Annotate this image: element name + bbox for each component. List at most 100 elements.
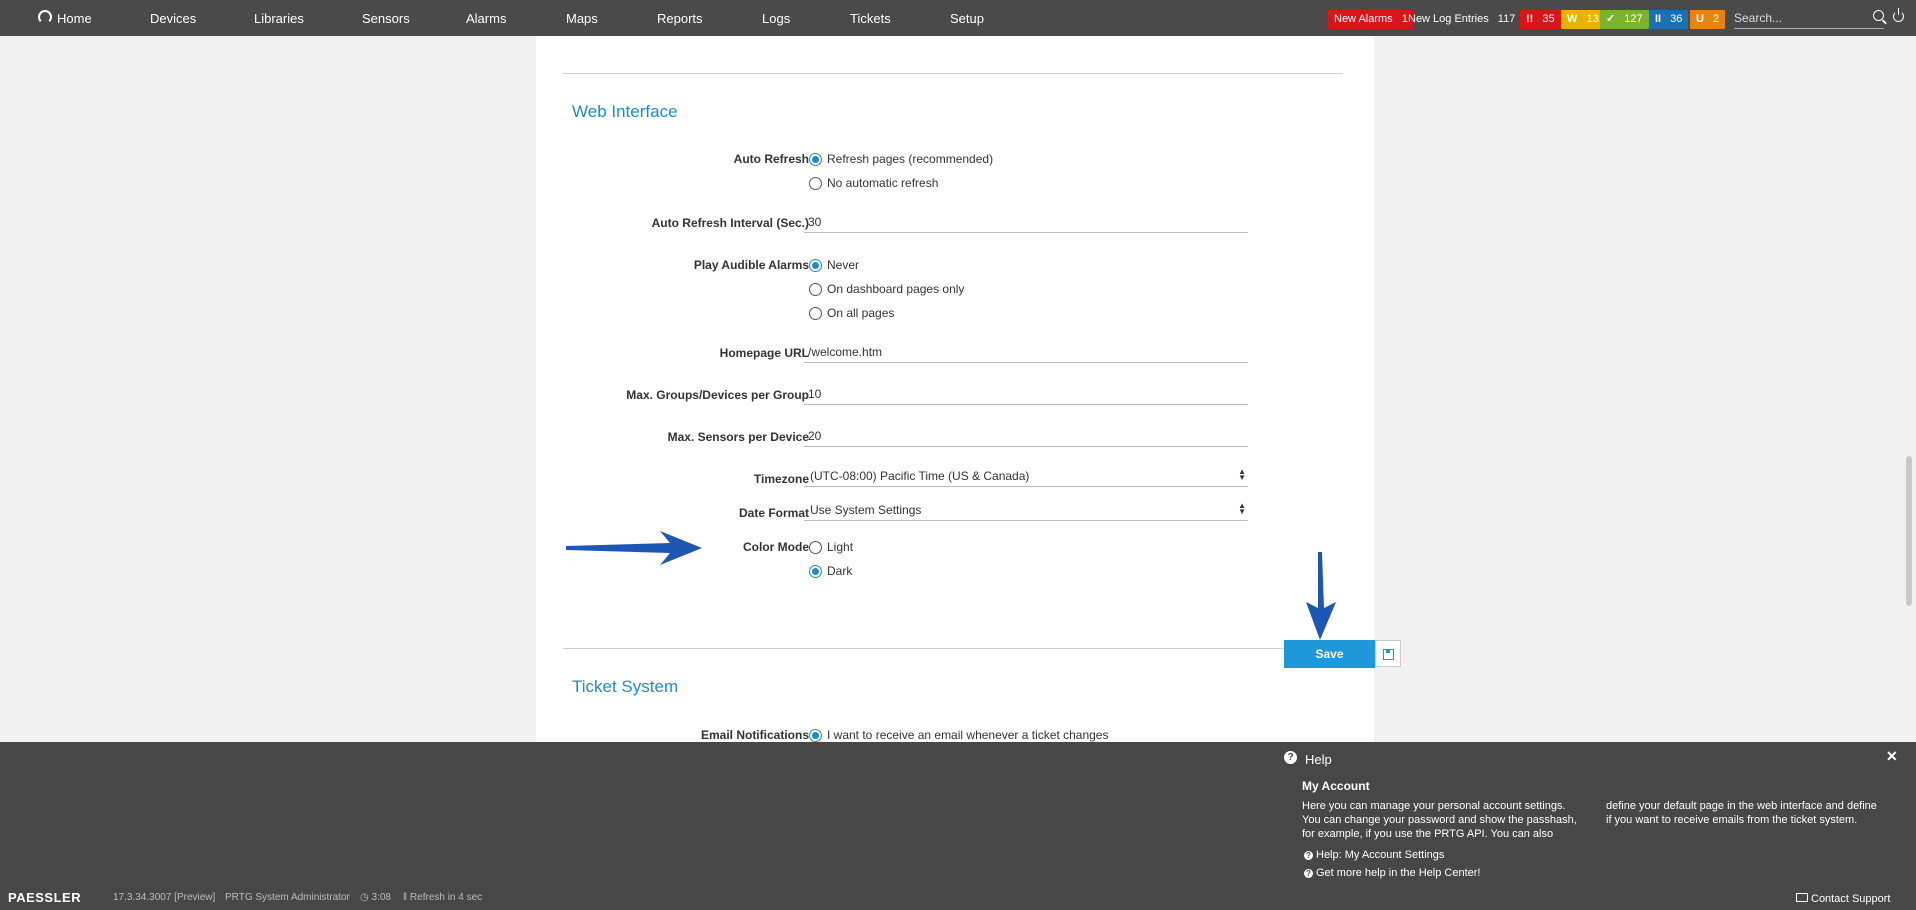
- contact-support-link[interactable]: Contact Support: [1796, 893, 1891, 905]
- warning-icon: W: [1567, 13, 1578, 25]
- search-icon[interactable]: [1873, 10, 1884, 21]
- page-scrollbar[interactable]: [1906, 456, 1912, 606]
- warning-sensors-badge[interactable]: W 13: [1561, 10, 1605, 29]
- option-label: On all pages: [827, 306, 895, 320]
- auto-refresh-option-none[interactable]: No automatic refresh: [809, 176, 938, 190]
- help-subtitle: My Account: [1302, 779, 1370, 793]
- option-label: Dark: [827, 564, 853, 578]
- option-label: Light: [827, 540, 854, 554]
- max-groups-input[interactable]: 10: [804, 385, 1248, 405]
- nav-maps[interactable]: Maps: [566, 0, 598, 36]
- max-sensors-label: Max. Sensors per Device: [667, 430, 809, 444]
- nav-alarms[interactable]: Alarms: [466, 0, 506, 36]
- help-link-help-center[interactable]: ? Get more help in the Help Center!: [1304, 867, 1480, 879]
- annotation-arrow-down-icon: [1306, 552, 1336, 640]
- paused-sensors-badge[interactable]: II 36: [1649, 10, 1689, 29]
- radio-icon: [809, 307, 822, 320]
- date-format-select[interactable]: Use System Settings ▲ ▼: [804, 501, 1248, 521]
- new-alarms-count: 1: [1401, 13, 1408, 25]
- power-icon[interactable]: [1893, 8, 1904, 22]
- new-alarms-badge[interactable]: New Alarms 1: [1328, 10, 1414, 29]
- radio-selected-icon: [809, 153, 822, 166]
- auto-refresh-option-refresh[interactable]: Refresh pages (recommended): [809, 152, 993, 166]
- audible-alarms-option-dashboard[interactable]: On dashboard pages only: [809, 282, 964, 296]
- timezone-label: Timezone: [753, 472, 809, 486]
- nav-home[interactable]: Home: [38, 0, 92, 36]
- settings-panel: Web Interface Auto Refresh Refresh pages…: [536, 36, 1374, 742]
- auto-refresh-label: Auto Refresh: [733, 152, 809, 166]
- close-icon[interactable]: ✕: [1886, 748, 1898, 765]
- help-link-label: Get more help in the Help Center!: [1316, 867, 1481, 879]
- save-button[interactable]: Save: [1284, 640, 1375, 668]
- down-count: 35: [1542, 13, 1555, 25]
- time-text: 3:08: [371, 892, 391, 903]
- section-divider: [563, 648, 1343, 649]
- max-sensors-input[interactable]: 20: [804, 427, 1248, 447]
- paessler-logo: PAESSLER: [8, 890, 82, 905]
- audible-alarms-option-never[interactable]: Never: [809, 258, 859, 272]
- email-notifications-option[interactable]: I want to receive an email whenever a ti…: [809, 728, 1108, 742]
- up-sensors-badge[interactable]: ✓ 127: [1600, 10, 1649, 29]
- timezone-value: (UTC-08:00) Pacific Time (US & Canada): [810, 469, 1030, 483]
- color-mode-option-light[interactable]: Light: [809, 540, 853, 554]
- option-label: I want to receive an email whenever a ti…: [827, 728, 1109, 742]
- home-icon: [38, 10, 52, 24]
- mail-icon: [1796, 893, 1808, 902]
- up-count: 127: [1624, 13, 1643, 25]
- homepage-url-label: Homepage URL: [719, 346, 809, 360]
- unusual-count: 2: [1713, 13, 1720, 25]
- radio-icon: [809, 177, 822, 190]
- color-mode-option-dark[interactable]: Dark: [809, 564, 852, 578]
- help-link-account-settings[interactable]: ? Help: My Account Settings: [1304, 849, 1444, 861]
- pause-icon: II: [1655, 13, 1662, 25]
- check-icon: ✓: [1606, 13, 1616, 25]
- web-interface-title: Web Interface: [572, 102, 678, 121]
- unusual-icon: U: [1696, 13, 1704, 25]
- search-input[interactable]: [1734, 8, 1864, 28]
- radio-icon: [809, 541, 822, 554]
- ticket-system-title: Ticket System: [572, 677, 679, 696]
- help-text-line: for example, if you use the PRTG API. Yo…: [1302, 828, 1554, 840]
- auto-refresh-interval-label: Auto Refresh Interval (Sec.): [651, 216, 809, 230]
- unusual-sensors-badge[interactable]: U 2: [1690, 10, 1726, 29]
- nav-devices[interactable]: Devices: [150, 0, 196, 36]
- floppy-disk-icon: [1383, 649, 1394, 660]
- select-arrows-icon: ▲ ▼: [1238, 501, 1246, 516]
- nav-libraries[interactable]: Libraries: [254, 0, 304, 36]
- top-navigation-bar: Home Devices Libraries Sensors Alarms Ma…: [0, 0, 1916, 36]
- down-icon: !!: [1526, 13, 1534, 25]
- warning-count: 13: [1586, 13, 1599, 25]
- save-disk-button[interactable]: [1375, 640, 1401, 667]
- help-link-label: Help: My Account Settings: [1316, 849, 1445, 861]
- nav-logs[interactable]: Logs: [762, 0, 790, 36]
- nav-reports[interactable]: Reports: [657, 0, 703, 36]
- user-name[interactable]: PRTG System Administrator: [225, 892, 350, 903]
- color-mode-label: Color Mode: [743, 540, 809, 554]
- new-log-entries[interactable]: New Log Entries 117: [1408, 10, 1515, 29]
- help-text-line: if you want to receive emails from the t…: [1606, 814, 1858, 826]
- nav-setup[interactable]: Setup: [950, 0, 984, 36]
- email-notifications-label: Email Notifications: [700, 728, 809, 742]
- help-text-line: You can change your password and show th…: [1302, 814, 1577, 826]
- option-label: Refresh pages (recommended): [827, 152, 994, 166]
- help-question-icon: ?: [1304, 851, 1313, 860]
- radio-selected-icon: [809, 259, 822, 272]
- annotation-arrow-right-icon: [566, 531, 702, 565]
- down-sensors-badge[interactable]: !! 35: [1520, 10, 1561, 29]
- timezone-select[interactable]: (UTC-08:00) Pacific Time (US & Canada) ▲…: [804, 467, 1248, 487]
- new-alarms-label: New Alarms: [1334, 13, 1393, 25]
- nav-tickets[interactable]: Tickets: [850, 0, 891, 36]
- refresh-status[interactable]: ‖ Refresh in 4 sec: [403, 892, 482, 903]
- paused-count: 36: [1670, 13, 1683, 25]
- search-field[interactable]: [1734, 8, 1884, 29]
- auto-refresh-interval-input[interactable]: 30: [804, 213, 1248, 233]
- audible-alarms-option-all[interactable]: On all pages: [809, 306, 894, 320]
- homepage-url-input[interactable]: /welcome.htm: [804, 343, 1248, 363]
- clock-icon: ◷: [360, 892, 369, 903]
- help-panel: ? Help ✕ My Account Here you can manage …: [0, 742, 1916, 910]
- nav-sensors[interactable]: Sensors: [362, 0, 410, 36]
- help-question-icon: ?: [1284, 751, 1297, 764]
- radio-selected-icon: [809, 729, 822, 742]
- nav-home-label: Home: [57, 11, 92, 26]
- server-time: ◷ 3:08: [360, 892, 391, 903]
